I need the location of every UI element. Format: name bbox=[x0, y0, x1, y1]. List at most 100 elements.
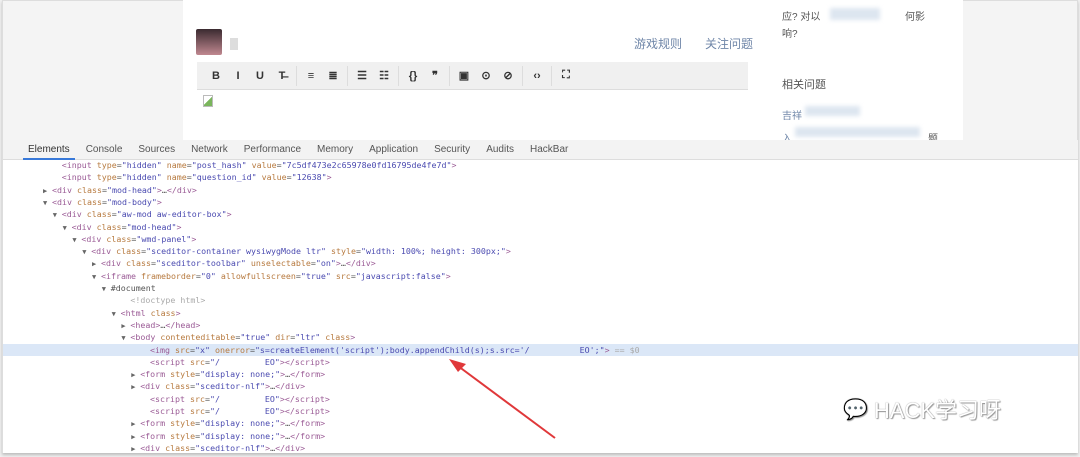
collapse-triangle-icon[interactable]: ▼ bbox=[53, 209, 62, 221]
code-token: </div> bbox=[275, 381, 306, 392]
dom-node-line[interactable]: <input type="hidden" name="question_id" … bbox=[3, 171, 1078, 183]
collapse-triangle-icon[interactable]: ▼ bbox=[43, 197, 52, 209]
editor-content[interactable] bbox=[197, 90, 748, 140]
wechat-icon: 💬 bbox=[843, 398, 868, 421]
code-token: unselectable bbox=[250, 258, 311, 269]
dom-node-line[interactable]: ▼ <body contenteditable="true" dir="ltr" … bbox=[3, 331, 1078, 343]
tab-audits[interactable]: Audits bbox=[486, 140, 514, 160]
code-token: class bbox=[150, 307, 176, 318]
tab-performance[interactable]: Performance bbox=[244, 140, 301, 160]
code-token: style bbox=[170, 430, 196, 441]
expand-triangle-icon[interactable]: ▶ bbox=[131, 418, 140, 430]
expand-triangle-icon[interactable]: ▶ bbox=[92, 258, 101, 270]
code-token: "hidden" bbox=[121, 160, 167, 170]
expand-triangle-icon[interactable]: ▶ bbox=[131, 431, 140, 443]
dom-node-line[interactable]: ▼ <div class="wmd-panel"> bbox=[3, 233, 1078, 245]
code-token: class bbox=[325, 332, 351, 343]
code-token: <iframe bbox=[101, 270, 141, 281]
toolbar-button[interactable]: ‹› bbox=[526, 70, 548, 82]
expand-triangle-icon[interactable]: ▶ bbox=[131, 443, 140, 455]
tab-hackbar[interactable]: HackBar bbox=[530, 140, 568, 160]
dom-node-line[interactable]: ▶ <div class="sceditor-toolbar" unselecta… bbox=[3, 257, 1078, 269]
dom-node-line[interactable]: ▼ <iframe frameborder="0" allowfullscreen… bbox=[3, 270, 1078, 282]
dom-node-line[interactable]: ▼ <div class="sceditor-container wysiwygM… bbox=[3, 245, 1078, 257]
toolbar-button[interactable]: {} bbox=[402, 70, 424, 82]
dom-node-line[interactable]: <input type="hidden" name="post_hash" va… bbox=[3, 159, 1078, 171]
expand-triangle-icon[interactable]: ▶ bbox=[131, 381, 140, 393]
blurred-text bbox=[805, 106, 860, 116]
toolbar-button[interactable]: ≣ bbox=[322, 69, 344, 82]
toolbar-button[interactable]: ❞ bbox=[424, 69, 446, 82]
code-token: <div bbox=[52, 184, 77, 195]
code-token: "0" bbox=[200, 270, 221, 281]
tab-memory[interactable]: Memory bbox=[317, 140, 353, 160]
dom-node-line[interactable]: ▶ <head>…</head> bbox=[3, 319, 1078, 331]
collapse-triangle-icon[interactable]: ▼ bbox=[92, 271, 101, 283]
tab-sources[interactable]: Sources bbox=[138, 140, 175, 160]
code-token: </form> bbox=[290, 430, 326, 441]
tab-console[interactable]: Console bbox=[86, 140, 123, 160]
dom-node-line[interactable]: ▼ #document bbox=[3, 282, 1078, 294]
dom-node-line[interactable]: <!doctype html> bbox=[3, 294, 1078, 306]
toolbar-button[interactable]: I bbox=[227, 70, 249, 82]
dom-node-line[interactable]: ▶ <form style="display: none;">…</form> bbox=[3, 430, 1078, 442]
dom-node-line[interactable]: <img src="x" onerror="s=createElement('s… bbox=[3, 343, 1078, 356]
code-token: class bbox=[76, 196, 102, 207]
blurred-text bbox=[830, 8, 880, 20]
code-token: <body bbox=[130, 332, 161, 343]
code-token: name bbox=[166, 160, 187, 170]
related-question-link[interactable]: 吉祥 bbox=[782, 107, 802, 122]
toolbar-button[interactable]: ⊘ bbox=[497, 69, 519, 82]
code-token: > bbox=[445, 270, 451, 281]
code-token: "/ EO" bbox=[209, 356, 280, 367]
tab-elements[interactable]: Elements bbox=[23, 140, 75, 160]
dom-node-line[interactable]: ▶ <div class="sceditor-nlf">…</div> bbox=[3, 380, 1078, 392]
toolbar-button[interactable]: ⊙ bbox=[475, 69, 497, 82]
dom-node-line[interactable]: ▶ <div class="sceditor-nlf">…</div> bbox=[3, 442, 1078, 454]
code-token: class bbox=[116, 246, 142, 257]
dom-node-line[interactable]: ▶ <form style="display: none;">…</form> bbox=[3, 368, 1078, 380]
code-token: "javascript:false" bbox=[355, 270, 446, 281]
code-token: <input bbox=[61, 160, 97, 170]
code-token: "sceditor-container wysiwygMode ltr" bbox=[146, 246, 331, 257]
avatar[interactable] bbox=[196, 29, 222, 55]
game-rules-link[interactable]: 游戏规则 bbox=[634, 35, 682, 52]
toolbar-button[interactable]: ▣ bbox=[453, 69, 475, 82]
dom-node-line[interactable]: ▼ <div class="mod-body"> bbox=[3, 196, 1078, 208]
tab-application[interactable]: Application bbox=[369, 140, 418, 160]
collapse-triangle-icon[interactable]: ▼ bbox=[112, 308, 121, 320]
follow-question-link[interactable]: 关注问题 bbox=[705, 35, 753, 52]
toolbar-button[interactable]: T̶ bbox=[271, 70, 293, 82]
toolbar-button[interactable]: ☷ bbox=[373, 69, 395, 82]
tab-network[interactable]: Network bbox=[191, 140, 228, 160]
collapse-triangle-icon[interactable]: ▼ bbox=[82, 246, 91, 258]
code-token: type bbox=[96, 172, 117, 183]
toolbar-button[interactable]: ☰ bbox=[351, 69, 373, 82]
dom-node-line[interactable]: ▼ <div class="mod-head"> bbox=[3, 221, 1078, 233]
code-token: "7c5df473e2c65978e0fd16795de4fe7d" bbox=[281, 160, 452, 170]
expand-triangle-icon[interactable]: ▶ bbox=[43, 185, 52, 197]
code-token: style bbox=[170, 369, 196, 380]
code-token: == $0 bbox=[609, 344, 640, 355]
code-token: <!doctype html> bbox=[130, 295, 206, 306]
dom-node-line[interactable]: ▼ <html class> bbox=[3, 307, 1078, 319]
dom-node-line[interactable]: <script src="/ EO"></script> bbox=[3, 356, 1078, 368]
toolbar-button[interactable]: B bbox=[205, 70, 227, 82]
collapse-triangle-icon[interactable]: ▼ bbox=[63, 222, 72, 234]
dom-node-line[interactable]: ▼ <div class="aw-mod aw-editor-box"> bbox=[3, 208, 1078, 220]
code-token: <form bbox=[140, 430, 171, 441]
expand-triangle-icon[interactable]: ▶ bbox=[131, 369, 140, 381]
toolbar-button[interactable]: U bbox=[249, 70, 271, 82]
code-token: ></script> bbox=[279, 406, 330, 416]
code-token: "width: 100%; height: 300px;" bbox=[360, 246, 506, 257]
toolbar-button[interactable]: ⛶ bbox=[555, 69, 577, 82]
toolbar-button[interactable]: ≡ bbox=[300, 70, 322, 82]
code-token: </head> bbox=[165, 319, 201, 330]
tab-security[interactable]: Security bbox=[434, 140, 470, 160]
sidebar-text: 何影 bbox=[905, 12, 925, 23]
code-token: > bbox=[176, 221, 182, 232]
code-token: > bbox=[226, 209, 232, 220]
dom-node-line[interactable]: ▶ <div class="mod-head">…</div> bbox=[3, 184, 1078, 196]
code-token: "true" bbox=[300, 270, 336, 281]
collapse-triangle-icon[interactable]: ▼ bbox=[102, 283, 111, 295]
